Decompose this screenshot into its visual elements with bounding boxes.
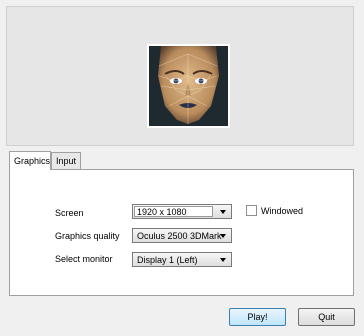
graphics-quality-value: Oculus 2500 3DMark: [137, 231, 222, 241]
windowed-checkbox[interactable]: [246, 205, 257, 216]
select-monitor-label: Select monitor: [55, 254, 113, 264]
quit-button[interactable]: Quit: [298, 308, 355, 326]
graphics-quality-select[interactable]: Oculus 2500 3DMark: [132, 228, 232, 243]
banner-area: [6, 6, 354, 146]
chevron-down-icon: [220, 258, 226, 262]
chevron-down-icon: [220, 234, 226, 238]
graphics-settings-panel: Screen 1920 x 1080 Windowed Graphics qua…: [9, 169, 354, 296]
screen-resolution-select[interactable]: 1920 x 1080: [132, 204, 232, 219]
screen-resolution-value: 1920 x 1080: [134, 206, 213, 217]
tab-input[interactable]: Input: [51, 152, 81, 169]
screen-label: Screen: [55, 208, 84, 218]
play-button[interactable]: Play!: [229, 308, 286, 326]
face-portrait-image: [147, 44, 230, 128]
windowed-label[interactable]: Windowed: [261, 206, 303, 216]
monitor-value: Display 1 (Left): [137, 255, 198, 265]
monitor-select[interactable]: Display 1 (Left): [132, 252, 232, 267]
face-portrait-svg: [149, 46, 228, 126]
chevron-down-icon: [220, 210, 226, 214]
graphics-quality-label: Graphics quality: [55, 231, 120, 241]
tab-graphics[interactable]: Graphics: [9, 151, 51, 170]
